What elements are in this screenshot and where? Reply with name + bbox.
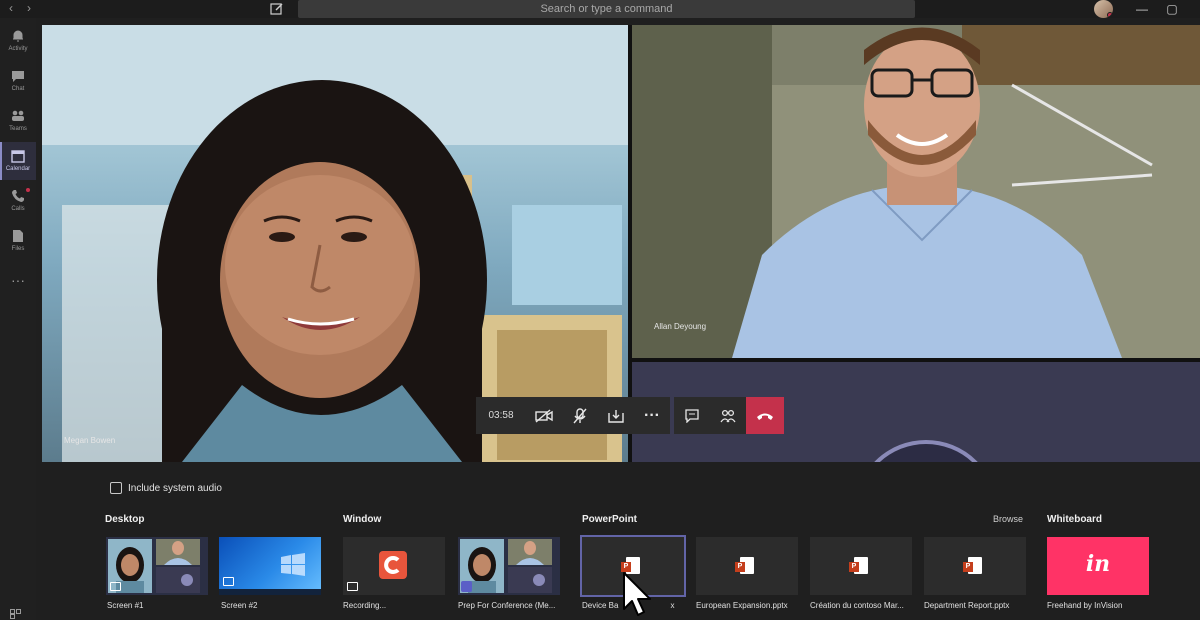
rail-label: Chat — [11, 86, 25, 92]
phone-icon — [12, 190, 24, 202]
minimize-icon[interactable]: — — [1134, 1, 1150, 17]
screen-share-icon — [347, 582, 358, 591]
rail-item-calendar[interactable]: Calendar — [0, 142, 36, 180]
compose-icon[interactable] — [269, 1, 285, 17]
share-caption: Création du contoso Mar... — [810, 601, 904, 610]
rail-item-teams[interactable]: Teams — [0, 102, 36, 140]
mic-off-icon — [573, 407, 587, 423]
invision-logo: in — [1085, 551, 1111, 577]
share-option-european-expansion[interactable]: P — [696, 537, 798, 595]
participant-name-allan: Allan Deyoung — [654, 322, 707, 331]
share-caption: European Expansion.pptx — [696, 601, 788, 610]
share-caption: Screen #2 — [221, 601, 258, 610]
files-icon — [13, 230, 23, 242]
mic-toggle-button[interactable] — [562, 397, 598, 434]
participants-button[interactable] — [710, 397, 746, 434]
share-caption: Screen #1 — [107, 601, 144, 610]
hang-up-icon — [757, 413, 773, 420]
share-option-creation-contoso[interactable]: P — [810, 537, 912, 595]
notification-badge — [26, 188, 30, 192]
screen-share-icon — [223, 577, 234, 586]
status-dot — [1107, 12, 1113, 18]
share-caption: Recording... — [343, 601, 387, 610]
share-caption: Department Report.pptx — [924, 601, 1010, 610]
ellipsis-icon: ··· — [11, 272, 25, 288]
pptx-file-icon: P — [735, 557, 754, 574]
share-caption: Prep For Conference (Me... — [458, 601, 556, 610]
bell-icon — [13, 30, 23, 42]
mouse-cursor-icon — [623, 572, 651, 616]
ellipsis-icon: ··· — [644, 406, 660, 424]
search-input[interactable]: Search or type a command — [298, 0, 915, 18]
participant-tile-allan[interactable]: Allan Deyoung — [632, 25, 1200, 358]
share-tray-icon — [608, 409, 624, 423]
thumbnail-image — [156, 567, 200, 593]
rail-label: Calendar — [5, 166, 31, 172]
apps-icon[interactable] — [10, 609, 21, 619]
rail-item-activity[interactable]: Activity — [0, 22, 36, 60]
call-controls: 03:58 ··· — [476, 397, 784, 434]
camtasia-icon — [379, 551, 407, 579]
windows-logo-icon — [219, 553, 321, 595]
participant-name-megan: Megan Bowen — [64, 436, 116, 445]
thumbnail-image — [156, 539, 200, 565]
teams-app-icon — [461, 581, 472, 592]
share-caption: Freehand by InVision — [1047, 601, 1123, 610]
rail-item-calls[interactable]: Calls — [0, 182, 36, 220]
hang-up-button[interactable] — [746, 397, 784, 434]
calendar-icon — [11, 150, 25, 163]
pptx-file-icon: P — [963, 557, 982, 574]
rail-label: Teams — [9, 126, 27, 132]
people-icon — [720, 409, 736, 422]
section-desktop: Desktop — [105, 514, 145, 525]
camera-off-icon — [535, 408, 553, 423]
avatar[interactable] — [1094, 0, 1113, 18]
thumbnail-image — [508, 539, 552, 565]
thumbnail-image — [508, 567, 552, 593]
app-rail: Activity Chat Teams Calendar Calls Files… — [0, 18, 36, 620]
chevron-left-icon[interactable]: ‹ — [4, 1, 18, 15]
chat-icon — [685, 408, 699, 423]
teams-icon — [12, 110, 24, 121]
share-tray: Include system audio Desktop Window Powe… — [36, 462, 1200, 620]
section-powerpoint: PowerPoint — [582, 514, 638, 525]
share-option-screen-2[interactable] — [219, 537, 321, 595]
section-whiteboard: Whiteboard — [1047, 514, 1102, 525]
more-actions-button[interactable]: ··· — [634, 397, 670, 434]
chat-icon — [12, 71, 24, 82]
share-screen-button[interactable] — [598, 397, 634, 434]
rail-label: Activity — [8, 46, 28, 52]
share-option-invision-whiteboard[interactable]: in — [1047, 537, 1149, 595]
conversation-button[interactable] — [674, 397, 710, 434]
share-option-prep-conference[interactable] — [458, 537, 560, 595]
chevron-right-icon[interactable]: › — [22, 1, 36, 15]
screen-share-icon — [110, 582, 121, 591]
call-timer: 03:58 — [488, 410, 514, 421]
section-window: Window — [343, 514, 382, 525]
camera-toggle-button[interactable] — [526, 397, 562, 434]
maximize-icon[interactable]: ▢ — [1164, 1, 1180, 17]
rail-item-files[interactable]: Files — [0, 222, 36, 260]
include-audio-option[interactable]: Include system audio — [110, 482, 222, 494]
pptx-file-icon: P — [849, 557, 868, 574]
rail-item-chat[interactable]: Chat — [0, 62, 36, 100]
rail-label: Files — [11, 246, 25, 252]
share-option-recording[interactable] — [343, 537, 445, 595]
share-option-department-report[interactable]: P — [924, 537, 1026, 595]
video-feed — [632, 25, 1200, 358]
title-bar: ‹ › Search or type a command — ▢ — [0, 0, 1200, 18]
rail-label: Calls — [11, 206, 25, 212]
share-option-screen-1[interactable] — [106, 537, 208, 595]
include-audio-checkbox[interactable] — [110, 482, 122, 494]
include-audio-label: Include system audio — [128, 482, 222, 494]
more-apps-button[interactable]: ··· — [0, 272, 36, 292]
browse-link[interactable]: Browse — [993, 514, 1023, 524]
